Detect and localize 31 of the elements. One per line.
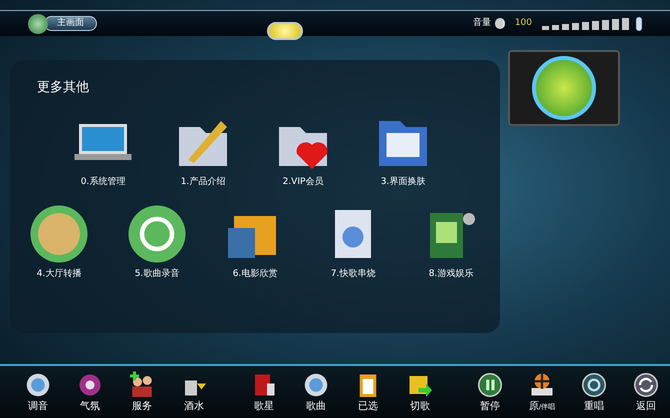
- toolbar-button[interactable]: 酒水: [168, 370, 220, 414]
- menu-item[interactable]: 7.快歌串烧: [304, 204, 402, 282]
- toolbar-button[interactable]: 返回: [620, 370, 670, 414]
- toolbar-button[interactable]: 切歌: [394, 370, 446, 414]
- panel-title: 更多其他: [37, 79, 90, 97]
- toolbar-button[interactable]: 暂停: [464, 370, 516, 414]
- home-button[interactable]: 主画面: [44, 16, 97, 31]
- toolbar-button[interactable]: 气氛: [64, 370, 116, 414]
- toolbar-button[interactable]: 重唱: [568, 370, 620, 414]
- toolbar-button[interactable]: 调音: [12, 370, 64, 414]
- volume-value: 100: [514, 16, 532, 30]
- menu-item[interactable]: 4.大厅转播: [10, 204, 108, 282]
- menu-item[interactable]: 5.歌曲录音: [108, 204, 206, 282]
- menu-item[interactable]: 0.系统管理: [53, 112, 153, 189]
- menu-item[interactable]: 8.游戏娱乐: [402, 204, 500, 282]
- volume-label: 音量: [472, 16, 491, 30]
- pause-icon: [475, 370, 505, 400]
- menu-item[interactable]: 3.界面换肤: [353, 112, 453, 189]
- round-picture-icon: [29, 204, 89, 264]
- replay-icon: [579, 370, 609, 400]
- toolbar-button[interactable]: 已选: [342, 370, 394, 414]
- volume-meter[interactable]: [542, 18, 629, 30]
- toolbar-button[interactable]: 歌星: [238, 370, 290, 414]
- menu-item[interactable]: 1.产品介绍: [153, 112, 253, 189]
- record-icon: [127, 204, 187, 264]
- toolbar-button[interactable]: 歌曲: [290, 370, 342, 414]
- menu-item[interactable]: 6.电影欣赏: [206, 204, 304, 282]
- menu-item[interactable]: 2.VIP会员: [253, 112, 353, 189]
- toolbar-button[interactable]: 服务: [116, 370, 168, 414]
- volume-knob-icon: [636, 16, 642, 30]
- refresh-icon: [631, 370, 661, 400]
